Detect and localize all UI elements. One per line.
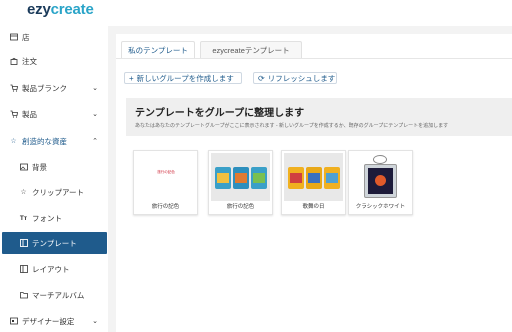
logo-part-create: create bbox=[50, 1, 94, 18]
keychain-image bbox=[364, 164, 397, 198]
main-content: 私のテンプレート ezycreateテンプレート + 新しいグループを作成します… bbox=[116, 34, 512, 332]
thumbnail-text: 旅行の記色 bbox=[157, 170, 175, 174]
banner-title: テンプレートをグループに整理します bbox=[135, 108, 305, 119]
sidebar-item-label: デザイナー設定 bbox=[22, 316, 75, 326]
template-label: 歌舞の日 bbox=[302, 204, 325, 210]
sidebar-item-backgrounds[interactable]: 背景 bbox=[0, 156, 108, 178]
sidebar-item-label: 注文 bbox=[22, 56, 37, 66]
sidebar-item-fonts[interactable]: Tт フォント bbox=[0, 207, 108, 229]
star-icon: ☆ bbox=[20, 189, 27, 196]
image-icon bbox=[19, 163, 28, 172]
template-label: 旅行の記色 bbox=[226, 204, 255, 210]
sidebar-item-product-blanks[interactable]: 製品ブランク ⌄ bbox=[0, 77, 108, 99]
keychain-ring bbox=[373, 155, 387, 164]
template-thumbnail bbox=[284, 153, 343, 201]
cart-icon bbox=[9, 84, 18, 93]
sidebar-item-templates[interactable]: テンプレート bbox=[2, 232, 107, 254]
sidebar-item-label: レイアウト bbox=[32, 264, 70, 274]
chevron-down-icon: ⌄ bbox=[92, 318, 98, 325]
refresh-icon: ⟳ bbox=[258, 73, 265, 83]
sidebar-item-label: テンプレート bbox=[32, 238, 77, 248]
template-thumbnail bbox=[211, 153, 270, 201]
sidebar-item-designer-settings[interactable]: デザイナー設定 ⌄ bbox=[0, 310, 108, 332]
mug-image bbox=[251, 167, 267, 189]
template-card[interactable]: 歌舞の日 bbox=[281, 150, 346, 215]
template-label: 旅行の記色 bbox=[151, 204, 180, 210]
store-icon bbox=[9, 33, 18, 42]
tab-divider bbox=[116, 58, 512, 59]
template-label: クラシックホワイト bbox=[355, 204, 406, 210]
banner-subtitle: あなたはあなたのテンプレートグループがここに表示されます - 新しいグループを作… bbox=[135, 123, 449, 129]
create-group-label: 新しいグループを作成します bbox=[136, 73, 234, 83]
sidebar-item-label: 背景 bbox=[32, 162, 47, 172]
sidebar-item-products[interactable]: 製品 ⌄ bbox=[0, 103, 108, 125]
template-icon bbox=[19, 239, 28, 248]
chevron-up-icon: ⌃ bbox=[92, 138, 98, 145]
sidebar-item-clipart[interactable]: ☆ クリップアート bbox=[0, 181, 108, 203]
chevron-down-icon: ⌄ bbox=[92, 111, 98, 118]
settings-icon bbox=[9, 317, 18, 326]
sidebar-item-merch-albums[interactable]: マーチアルバム bbox=[0, 284, 108, 306]
sidebar-item-label: クリップアート bbox=[32, 187, 85, 197]
create-group-button[interactable]: + 新しいグループを作成します bbox=[124, 72, 242, 84]
layout-icon bbox=[19, 265, 28, 274]
sidebar-item-label: 製品ブランク bbox=[22, 83, 67, 93]
star-icon: ☆ bbox=[10, 138, 17, 145]
sidebar-item-label: 創造的な資産 bbox=[22, 136, 67, 146]
mug-image bbox=[215, 167, 231, 189]
mug-image bbox=[288, 167, 304, 189]
folder-icon bbox=[19, 291, 28, 300]
bag-icon bbox=[9, 57, 18, 66]
top-header: ezycreate bbox=[0, 0, 512, 26]
sidebar-item-layouts[interactable]: レイアウト bbox=[0, 258, 108, 280]
template-card[interactable]: 旅行の記色 旅行の記色 bbox=[133, 150, 198, 215]
sidebar-item-creative-assets[interactable]: ☆ 創造的な資産 ⌃ bbox=[0, 130, 108, 152]
refresh-button[interactable]: ⟳ リフレッシュします bbox=[253, 72, 337, 84]
sidebar: 店 注文 製品ブランク ⌄ 製品 ⌄ ☆ 創造的な資産 ⌃ 背景 ☆ クリップア… bbox=[0, 26, 108, 332]
mug-image bbox=[324, 167, 340, 189]
logo-part-ezy: ezy bbox=[27, 1, 51, 18]
plus-icon: + bbox=[129, 73, 134, 83]
sidebar-item-label: 製品 bbox=[22, 109, 37, 119]
sidebar-item-store[interactable]: 店 bbox=[0, 26, 108, 48]
refresh-label: リフレッシュします bbox=[267, 73, 336, 83]
mug-image bbox=[306, 167, 322, 189]
template-card[interactable]: クラシックホワイト bbox=[348, 150, 413, 215]
sidebar-item-label: 店 bbox=[22, 32, 30, 42]
sidebar-item-label: フォント bbox=[32, 213, 62, 223]
chevron-down-icon: ⌄ bbox=[92, 85, 98, 92]
app-logo[interactable]: ezycreate bbox=[27, 1, 94, 18]
template-card[interactable]: 旅行の記色 bbox=[208, 150, 273, 215]
tab-my-templates[interactable]: 私のテンプレート bbox=[121, 41, 195, 58]
template-thumbnail: 旅行の記色 bbox=[136, 153, 195, 201]
info-banner: テンプレートをグループに整理します あなたはあなたのテンプレートグループがここに… bbox=[126, 98, 512, 136]
sidebar-item-orders[interactable]: 注文 bbox=[0, 50, 108, 72]
text-icon: Tт bbox=[19, 214, 28, 222]
template-thumbnail bbox=[351, 153, 410, 201]
sidebar-item-label: マーチアルバム bbox=[32, 290, 85, 300]
cart-icon bbox=[9, 110, 18, 119]
mug-image bbox=[233, 167, 249, 189]
tab-ezycreate-templates[interactable]: ezycreateテンプレート bbox=[200, 41, 302, 58]
